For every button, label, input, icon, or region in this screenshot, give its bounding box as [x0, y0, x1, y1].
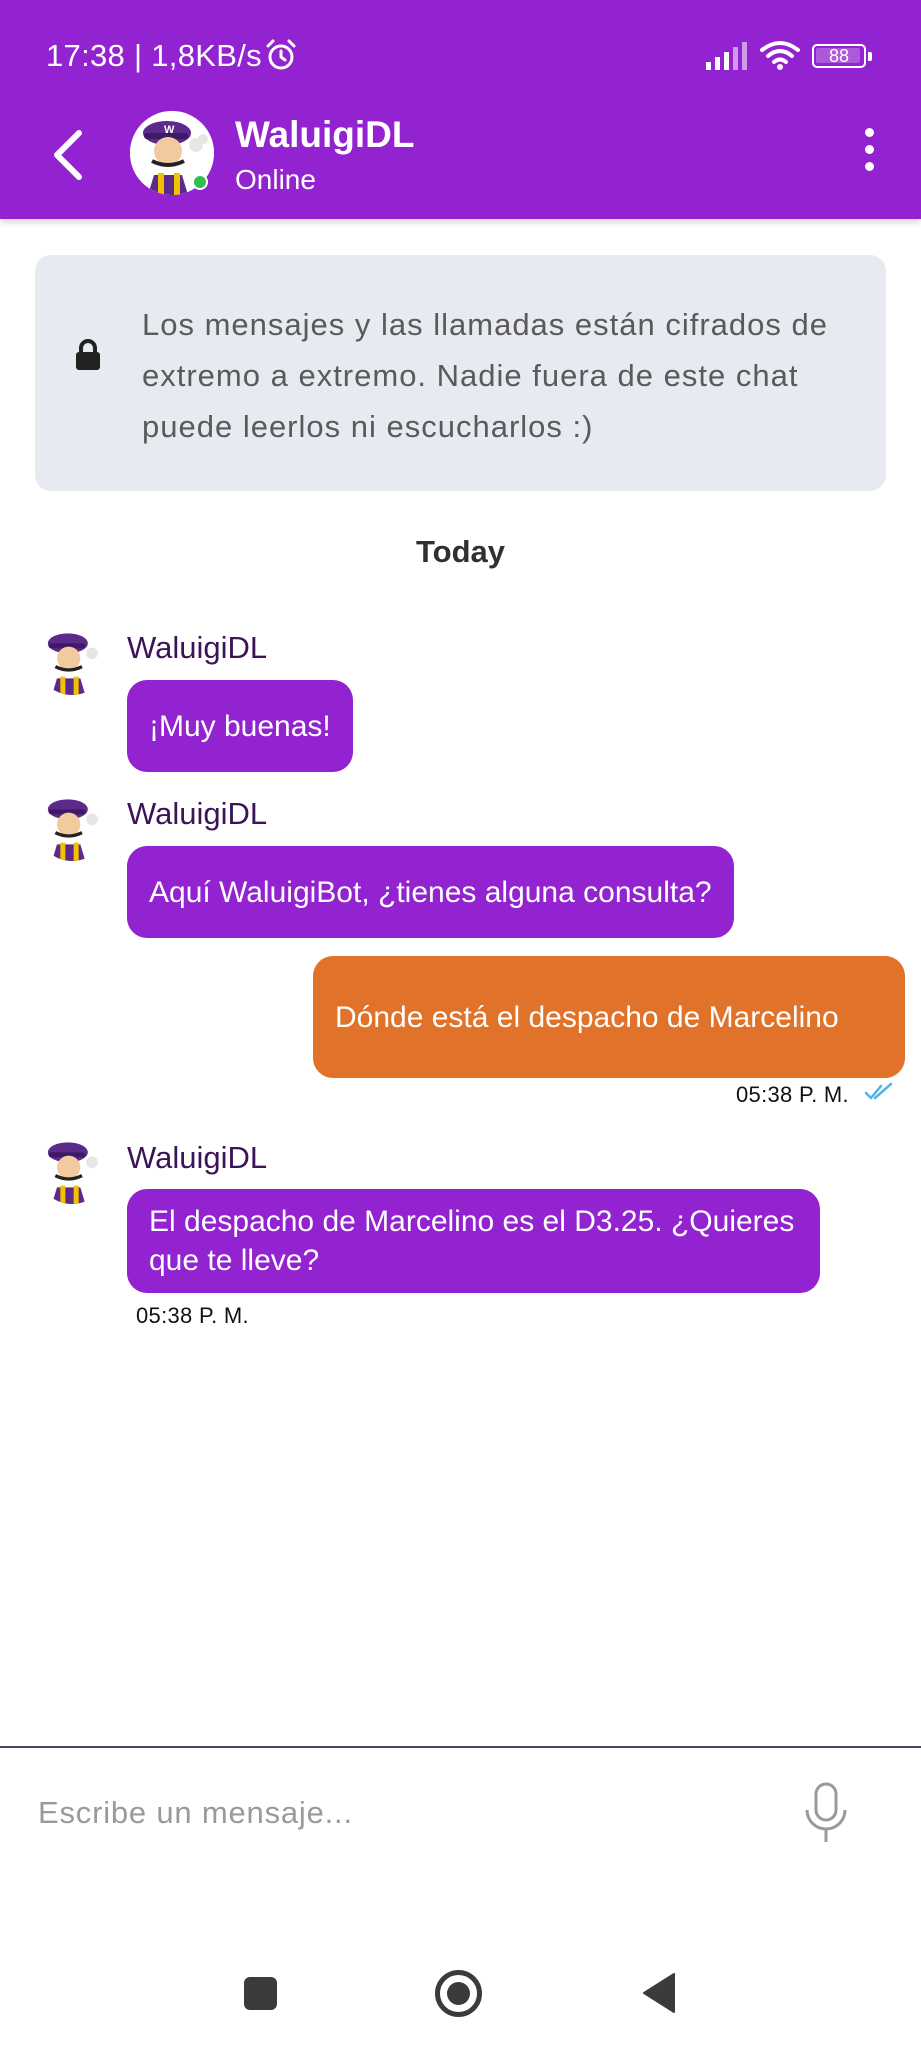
outgoing-message-bubble[interactable]: Dónde está el despacho de Marcelino: [313, 956, 905, 1078]
battery-level-text: 88: [828, 46, 850, 66]
incoming-message-bubble[interactable]: Aquí WaluigiBot, ¿tienes alguna consulta…: [127, 846, 734, 938]
avatar[interactable]: [37, 791, 107, 861]
message-sender-name: WaluigiDL: [127, 630, 268, 665]
microphone-icon: [805, 1782, 847, 1842]
back-button[interactable]: [40, 122, 96, 188]
battery-icon: 88: [812, 44, 872, 68]
back-icon[interactable]: [640, 1972, 676, 2014]
incoming-message-bubble[interactable]: El despacho de Marcelino es el D3.25. ¿Q…: [127, 1189, 820, 1293]
voice-message-button[interactable]: [800, 1780, 852, 1846]
status-bar: 17:38 | 1,8KB/s 88: [0, 0, 921, 110]
recents-icon[interactable]: [244, 1977, 277, 2010]
online-indicator: [192, 174, 208, 190]
more-options-button[interactable]: [858, 128, 880, 178]
message-composer: [0, 1748, 921, 1938]
message-text: Dónde está el despacho de Marcelino: [335, 1000, 839, 1034]
message-sender-name: WaluigiDL: [127, 796, 268, 831]
back-arrow-icon: [54, 130, 82, 180]
message-time: 05:38 P. M.: [136, 1303, 249, 1328]
more-vert-icon: [858, 128, 880, 171]
svg-text:W: W: [164, 124, 175, 136]
app-bar: 17:38 | 1,8KB/s 88 W WaluigiDL Online: [0, 0, 921, 219]
message-text: Aquí WaluigiBot, ¿tienes alguna consulta…: [149, 875, 712, 909]
encryption-notice-text: Los mensajes y las llamadas están cifrad…: [142, 307, 828, 444]
message-input[interactable]: [38, 1790, 758, 1836]
incoming-message-bubble[interactable]: ¡Muy buenas!: [127, 680, 353, 772]
signal-icon: [706, 42, 750, 75]
alarm-icon: [264, 38, 298, 77]
contact-status: Online: [235, 164, 316, 195]
home-icon[interactable]: [435, 1970, 482, 2017]
avatar[interactable]: [37, 1134, 107, 1204]
wifi-icon: [760, 40, 800, 75]
message-text: El despacho de Marcelino es el D3.25. ¿Q…: [149, 1205, 795, 1277]
status-time-speed: 17:38 | 1,8KB/s: [46, 38, 262, 73]
message-text: ¡Muy buenas!: [149, 709, 331, 743]
encryption-notice: Los mensajes y las llamadas están cifrad…: [35, 255, 886, 491]
double-check-icon: [864, 1082, 894, 1107]
avatar[interactable]: [37, 625, 107, 695]
contact-name[interactable]: WaluigiDL: [235, 114, 415, 156]
message-time: 05:38 P. M.: [736, 1082, 849, 1107]
day-divider: Today: [416, 534, 505, 569]
lock-icon: [75, 339, 101, 376]
message-sender-name: WaluigiDL: [127, 1140, 268, 1175]
